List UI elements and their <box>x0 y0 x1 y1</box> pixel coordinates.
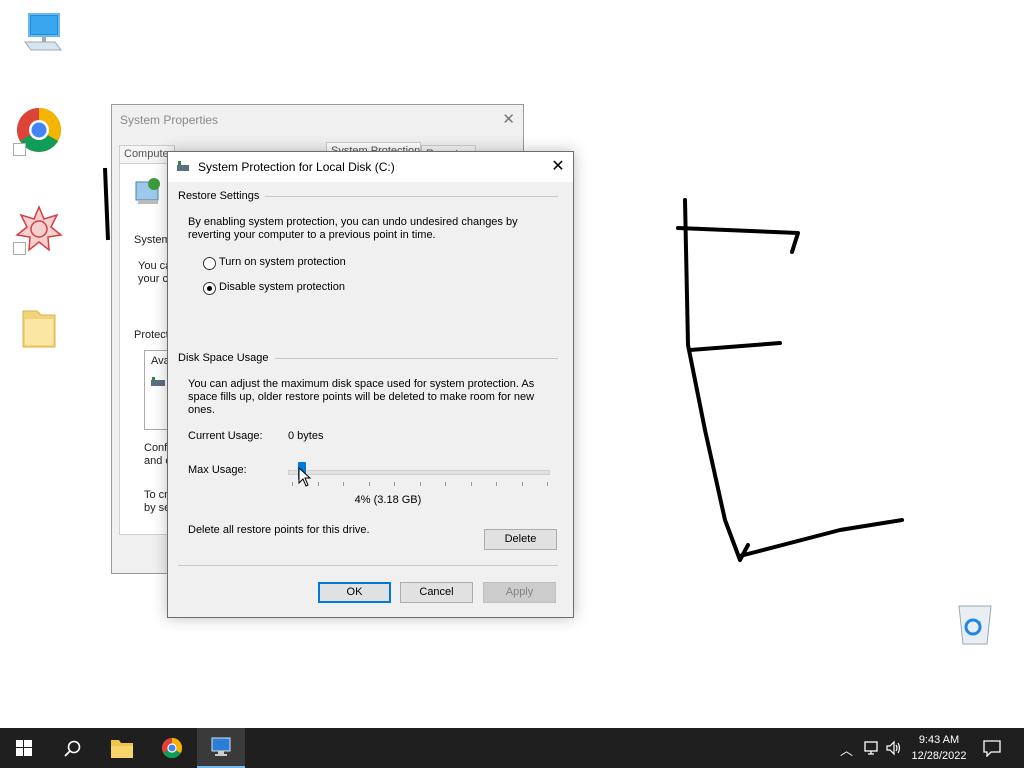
footer-divider <box>178 565 558 566</box>
delete-description: Delete all restore points for this drive… <box>188 524 370 536</box>
slider-tick <box>419 482 421 486</box>
chrome-icon <box>161 737 183 759</box>
dialog-title: System Protection for Local Disk (C:) <box>198 160 395 174</box>
window-title: System Properties <box>120 113 219 127</box>
drive-icon <box>177 161 189 171</box>
delete-button[interactable]: Delete <box>484 529 557 550</box>
ok-button[interactable]: OK <box>318 582 391 603</box>
search-icon <box>64 740 81 757</box>
radio-label[interactable]: Disable system protection <box>219 281 345 293</box>
notifications-icon[interactable] <box>983 739 1001 757</box>
system-protection-dialog[interactable]: System Protection for Local Disk (C:) ✕ … <box>167 151 574 618</box>
section-label: System <box>134 234 171 246</box>
radio-button[interactable] <box>203 257 216 270</box>
current-usage-value: 0 bytes <box>288 430 324 442</box>
taskbar-clock[interactable]: 9:43 AM 12/28/2022 <box>905 732 973 764</box>
disk-space-description: You can adjust the maximum disk space us… <box>188 378 535 416</box>
start-icon <box>16 740 32 756</box>
description-fragment: To cr <box>144 489 168 501</box>
radio-button-selected[interactable] <box>203 282 216 295</box>
wolfram-icon[interactable] <box>13 205 63 255</box>
disk-space-usage-label: Disk Space Usage <box>178 352 275 364</box>
close-icon[interactable]: ✕ <box>543 152 573 182</box>
system-protection-icon <box>135 178 160 204</box>
taskbar: ︿ 9:43 AM 12/28/2022 <box>0 728 1024 768</box>
slider-tick <box>368 482 370 486</box>
slider-tick <box>547 482 548 486</box>
current-usage-label: Current Usage: <box>188 430 263 442</box>
slider-tick <box>521 482 523 486</box>
mouse-cursor-icon <box>298 467 312 487</box>
section-label: Protecti <box>134 329 172 341</box>
file-explorer-icon <box>111 740 133 758</box>
apply-button[interactable]: Apply <box>483 582 556 603</box>
close-icon[interactable]: ✕ <box>502 110 515 128</box>
radio-dot <box>207 286 212 291</box>
chevron-up-icon[interactable]: ︿ <box>840 740 853 759</box>
clock-date: 12/28/2022 <box>911 750 967 762</box>
slider-tick <box>292 482 293 486</box>
taskbar-system-properties[interactable] <box>197 728 245 768</box>
shortcut-arrow-icon <box>13 143 26 156</box>
network-icon[interactable] <box>864 740 880 756</box>
drive-icon <box>151 377 165 386</box>
system-properties-icon <box>211 737 231 756</box>
recycle-bin-icon[interactable] <box>951 600 999 648</box>
cancel-button[interactable]: Cancel <box>400 582 473 603</box>
restore-settings-description: By enabling system protection, you can u… <box>188 216 518 241</box>
slider-tick <box>445 482 446 486</box>
taskbar-chrome[interactable] <box>148 728 196 768</box>
chrome-icon[interactable] <box>13 106 63 156</box>
start-button[interactable] <box>0 728 48 768</box>
this-pc-icon[interactable] <box>17 10 65 58</box>
clock-time: 9:43 AM <box>918 734 960 746</box>
search-button[interactable] <box>48 728 96 768</box>
taskbar-file-explorer[interactable] <box>98 728 146 768</box>
max-usage-slider-track[interactable] <box>288 470 550 475</box>
folder-icon[interactable] <box>15 305 63 353</box>
max-usage-label: Max Usage: <box>188 464 247 476</box>
max-usage-value: 4% (3.18 GB) <box>354 494 422 506</box>
radio-label[interactable]: Turn on system protection <box>219 256 346 268</box>
restore-settings-label: Restore Settings <box>178 190 266 202</box>
slider-tick <box>496 482 497 486</box>
shortcut-arrow-icon <box>13 242 26 255</box>
description-fragment: Confi <box>144 442 170 454</box>
slider-tick <box>317 482 319 486</box>
slider-tick <box>394 482 395 486</box>
dialog-titlebar[interactable]: System Protection for Local Disk (C:) ✕ <box>168 152 573 182</box>
slider-tick <box>343 482 344 486</box>
slider-tick <box>470 482 472 486</box>
volume-icon[interactable] <box>886 740 902 756</box>
